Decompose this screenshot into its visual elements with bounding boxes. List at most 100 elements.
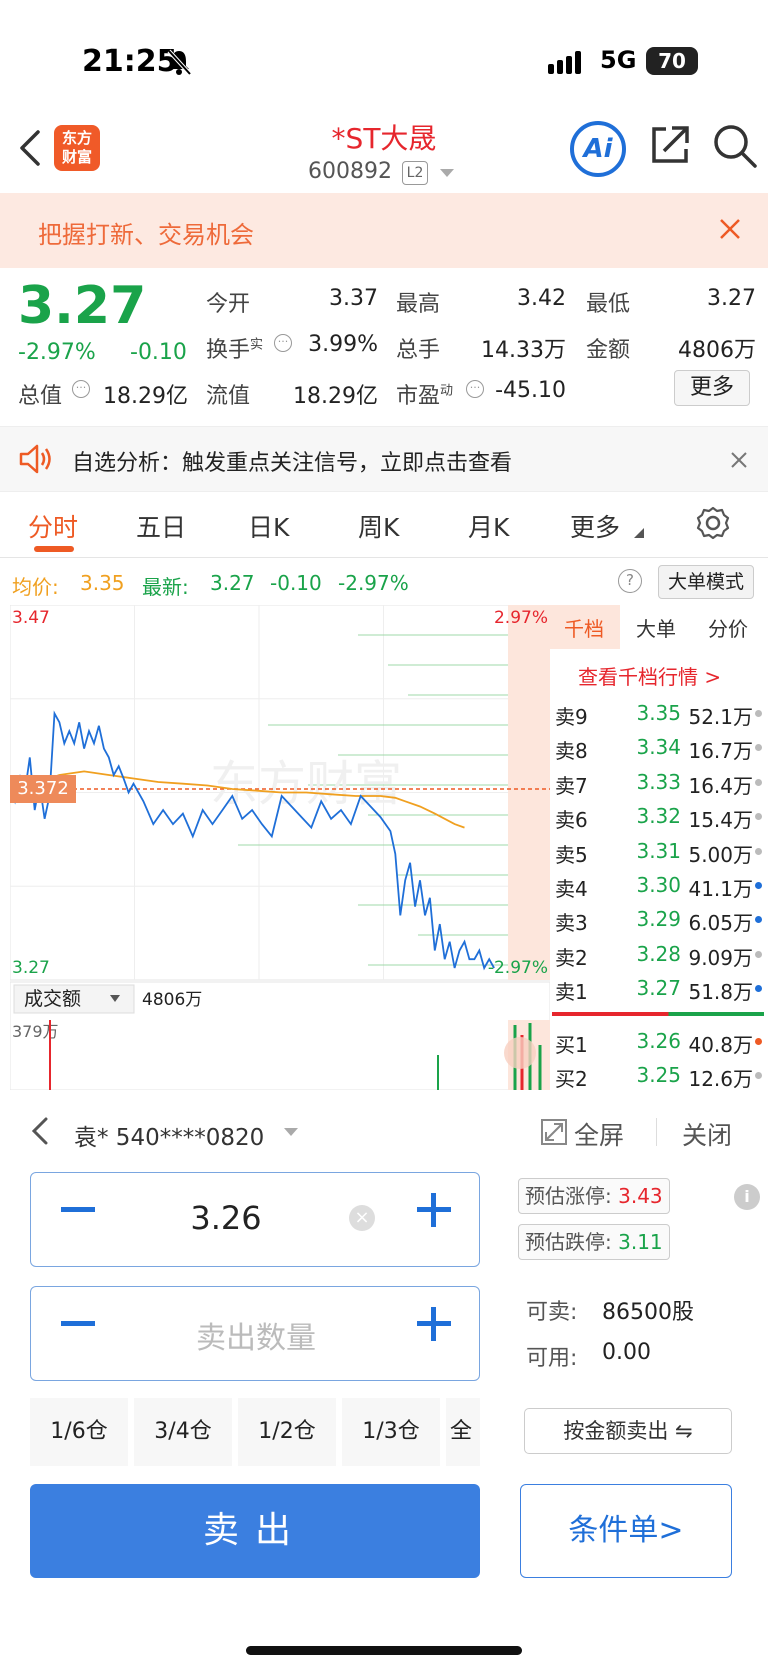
promo-banner[interactable]: 把握打新、交易机会 xyxy=(0,193,768,268)
pe-label: 市盈动 xyxy=(396,383,454,409)
order-book-row[interactable]: 买1 3.26 40.8万 xyxy=(555,1023,765,1057)
dropdown-triangle-icon[interactable] xyxy=(440,169,454,179)
fullscreen-button[interactable]: 全屏 xyxy=(574,1116,624,1152)
order-book-row[interactable]: 卖4 3.30 41.1万 xyxy=(555,867,765,901)
last-price-label: 最新: xyxy=(142,575,189,599)
promo-text: 把握打新、交易机会 xyxy=(38,221,254,249)
level-price: 3.25 xyxy=(636,1063,681,1088)
level-dot xyxy=(755,985,762,993)
ref-price-tag: 3.372 xyxy=(10,774,76,803)
level-volume: 9.09万 xyxy=(688,945,753,970)
tab-weekly-k[interactable]: 周K xyxy=(358,508,399,544)
intraday-chart[interactable]: 东方财富 3.47 3.27 2.97% -2.97% 成交额 4806万 37… xyxy=(9,604,551,1091)
quantity-input[interactable]: 卖出数量 xyxy=(30,1286,480,1381)
info-dots-icon[interactable]: ··· xyxy=(72,380,90,398)
level-price: 3.29 xyxy=(636,907,681,932)
silent-bell-icon xyxy=(167,49,192,76)
home-indicator[interactable] xyxy=(246,1646,522,1655)
close-panel-button[interactable]: 关闭 xyxy=(682,1116,732,1152)
tab-intraday[interactable]: 分时 xyxy=(28,508,78,544)
level-dot xyxy=(755,882,762,889)
y-top-label: 3.47 xyxy=(12,608,50,628)
tab-big-orders[interactable]: 大单 xyxy=(636,613,676,642)
chart-info-bar: 均价: 3.35 最新: 3.27 -0.10 -2.97% ? 大单模式 xyxy=(0,565,768,605)
more-button[interactable]: 更多 xyxy=(674,370,750,406)
level-dot xyxy=(755,1038,762,1045)
help-icon[interactable]: ? xyxy=(618,569,642,593)
quantity-placeholder: 卖出数量 xyxy=(196,1321,316,1356)
search-icon[interactable] xyxy=(712,123,758,169)
level-label: 卖4 xyxy=(555,877,588,901)
tab-price-dist[interactable]: 分价 xyxy=(708,613,748,642)
volume-value-label: 4806万 xyxy=(142,990,202,1010)
order-book-row[interactable]: 卖1 3.27 51.8万 xyxy=(555,970,765,1004)
dropdown-triangle-icon[interactable] xyxy=(284,1128,298,1138)
stock-code: 600892 xyxy=(308,159,392,184)
pct-top-label: 2.97% xyxy=(494,608,548,628)
order-book-row[interactable]: 卖7 3.33 16.4万 xyxy=(555,764,765,798)
sell-by-amount-button[interactable]: 按金额卖出 ⇋ xyxy=(524,1408,732,1454)
order-book-row[interactable]: 买2 3.25 12.6万 xyxy=(555,1057,765,1091)
order-book-row[interactable]: 卖8 3.34 16.7万 xyxy=(555,729,765,763)
level-label: 买2 xyxy=(555,1067,588,1092)
high-value: 3.42 xyxy=(517,286,566,311)
position-3-4-button[interactable]: 3/4仓 xyxy=(134,1398,232,1466)
tab-daily-k[interactable]: 日K xyxy=(248,508,289,544)
info-icon[interactable]: i xyxy=(734,1184,760,1210)
corner-triangle-icon xyxy=(634,528,644,538)
tab-five-day[interactable]: 五日 xyxy=(136,508,186,544)
divider xyxy=(656,1118,657,1146)
position-1-6-button[interactable]: 1/6仓 xyxy=(30,1398,128,1466)
analysis-alert[interactable]: 自选分析：触发重点关注信号，立即点击查看 xyxy=(0,426,768,492)
order-book-row[interactable]: 卖5 3.31 5.00万 xyxy=(555,833,765,867)
ai-assistant-button[interactable]: Ai xyxy=(570,121,626,177)
order-book-row[interactable]: 卖3 3.29 6.05万 xyxy=(555,901,765,935)
trade-panel: 袁* 540****0820 全屏 关闭 3.26 × 卖出数量 预估涨停: 3… xyxy=(0,1090,768,1670)
tab-more[interactable]: 更多 xyxy=(570,508,620,544)
level-dot xyxy=(755,813,762,821)
position-1-2-button[interactable]: 1/2仓 xyxy=(238,1398,336,1466)
thousand-levels-link[interactable]: 查看千档行情 > xyxy=(578,661,721,690)
fullscreen-icon[interactable] xyxy=(540,1118,568,1146)
chart-svg: 东方财富 3.47 3.27 2.97% -2.97% 成交额 4806万 37… xyxy=(9,604,551,1091)
last-price-value: 3.27 xyxy=(210,571,255,595)
active-tab-indicator xyxy=(34,546,74,552)
level-label: 卖6 xyxy=(555,808,588,833)
position-full-button[interactable]: 全 xyxy=(446,1398,480,1466)
level-price: 3.32 xyxy=(636,804,681,829)
level-label: 买1 xyxy=(555,1033,588,1057)
big-order-mode-button[interactable]: 大单模式 xyxy=(658,565,754,599)
signal-icon xyxy=(548,51,581,74)
sellable-label: 可卖: xyxy=(526,1300,578,1325)
tab-monthly-k[interactable]: 月K xyxy=(468,508,509,544)
order-book-row[interactable]: 卖6 3.32 15.4万 xyxy=(555,798,765,832)
chart-tabs: 分时 五日 日K 周K 月K 更多 xyxy=(0,492,768,558)
volume-type-label: 成交额 xyxy=(24,988,81,1010)
clear-icon[interactable]: × xyxy=(349,1205,375,1231)
close-icon[interactable] xyxy=(730,451,748,469)
info-dots-icon[interactable]: ··· xyxy=(466,380,484,398)
order-book-row[interactable]: 卖2 3.28 9.09万 xyxy=(555,936,765,970)
back-arrow-icon[interactable] xyxy=(30,1116,50,1146)
account-selector[interactable]: 袁* 540****0820 xyxy=(74,1118,264,1152)
low-label: 最低 xyxy=(586,292,631,317)
gear-icon[interactable] xyxy=(696,506,730,540)
share-icon[interactable] xyxy=(648,123,692,167)
sell-button[interactable]: 卖出 xyxy=(30,1484,480,1578)
level-price: 3.26 xyxy=(636,1029,681,1053)
y-bottom-label: 3.27 xyxy=(12,958,50,978)
tab-thousand-levels[interactable]: 千档 xyxy=(564,613,604,642)
level-volume: 12.6万 xyxy=(688,1067,753,1092)
level-price: 3.35 xyxy=(636,701,681,725)
level-price: 3.34 xyxy=(636,735,681,760)
level-volume: 6.05万 xyxy=(688,911,753,936)
price-input[interactable]: 3.26 × xyxy=(30,1172,480,1267)
level-volume: 15.4万 xyxy=(688,808,753,833)
order-book-row[interactable]: 卖9 3.35 52.1万 xyxy=(555,695,765,729)
level-dot xyxy=(755,778,762,786)
mktcap-value: 18.29亿 xyxy=(103,384,188,409)
info-dots-icon[interactable]: ··· xyxy=(274,334,292,352)
position-1-3-button[interactable]: 1/3仓 xyxy=(342,1398,440,1466)
conditional-order-button[interactable]: 条件单> xyxy=(520,1484,732,1578)
close-icon[interactable] xyxy=(718,217,742,241)
